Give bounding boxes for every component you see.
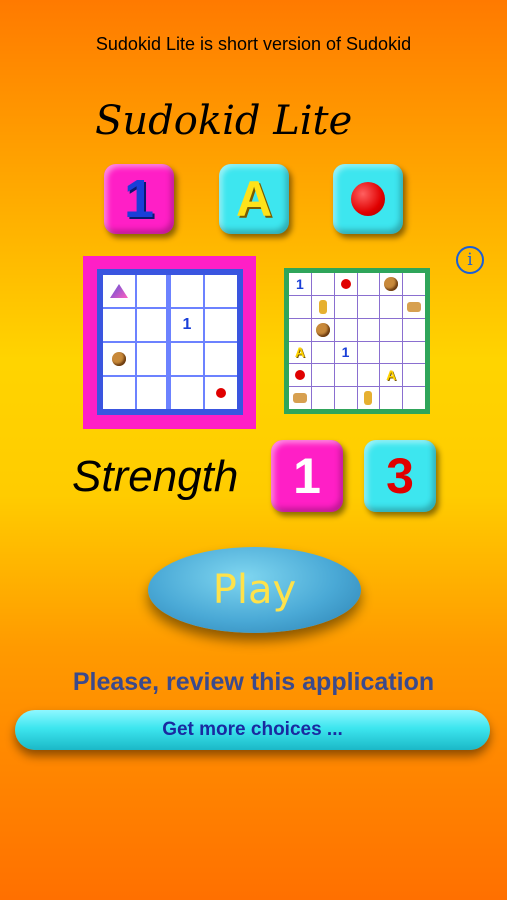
subtitle-text: Sudokid Lite is short version of Sudokid (95, 34, 412, 54)
board-cell[interactable] (289, 295, 311, 318)
board-cell[interactable] (357, 364, 380, 387)
board-4x4[interactable]: 1 (97, 269, 243, 415)
board-cell[interactable] (311, 387, 334, 409)
mode-shapes-button[interactable] (333, 164, 403, 234)
board-cell[interactable] (380, 295, 403, 318)
board-cell[interactable] (357, 341, 380, 364)
red-dot-icon (216, 388, 226, 398)
cell-letter: A (294, 344, 305, 361)
board-cell[interactable] (171, 377, 203, 409)
board-cell[interactable] (403, 295, 425, 318)
teddy-bear-icon (384, 276, 399, 291)
board-cell[interactable] (311, 341, 334, 364)
cell-number: 1 (296, 275, 304, 292)
board-cell[interactable] (171, 343, 203, 375)
info-button[interactable]: i (456, 246, 484, 274)
board-cell[interactable] (403, 387, 425, 409)
get-more-choices-button[interactable]: Get more choices ... (15, 710, 490, 750)
mode-numbers-button[interactable]: 1 (104, 164, 174, 234)
board-cell[interactable] (334, 364, 357, 387)
board-cell[interactable] (103, 275, 135, 307)
mode-letters-label: A (235, 171, 273, 227)
board-cell[interactable] (380, 318, 403, 341)
board-cell[interactable] (380, 387, 403, 409)
board-cell[interactable] (103, 377, 135, 409)
board-cell[interactable] (380, 341, 403, 364)
board-cell[interactable] (137, 377, 166, 409)
board-cell[interactable] (311, 364, 334, 387)
board-cell[interactable] (137, 275, 166, 307)
board-cell[interactable] (357, 295, 380, 318)
red-dot-icon (294, 370, 305, 381)
strength-option-1[interactable]: 1 (271, 440, 343, 512)
board-6x6[interactable]: 1 A 1 A (284, 268, 430, 414)
board-cell[interactable]: 1 (334, 341, 357, 364)
play-button[interactable]: Play (148, 547, 361, 633)
board-cell[interactable] (311, 295, 334, 318)
red-dot-icon (340, 278, 351, 289)
board-cell[interactable] (334, 295, 357, 318)
board-cell[interactable] (403, 341, 425, 364)
board-cell[interactable]: A (289, 341, 311, 364)
board-cell[interactable]: 1 (289, 273, 311, 295)
board-cell[interactable] (137, 343, 166, 375)
board-cell[interactable] (380, 273, 403, 295)
cat-icon (407, 301, 422, 312)
board-cell[interactable] (311, 318, 334, 341)
board-cell[interactable] (403, 364, 425, 387)
review-link[interactable]: Please, review this application (0, 668, 507, 697)
board-cell[interactable] (103, 343, 135, 375)
strength-label: Strength (72, 452, 239, 501)
app-title: Sudokid Lite (95, 98, 353, 144)
mode-letters-button[interactable]: A (219, 164, 289, 234)
board-cell[interactable] (289, 364, 311, 387)
board-cell[interactable] (205, 343, 237, 375)
board-cell[interactable] (205, 309, 237, 341)
board-cell[interactable]: 1 (171, 309, 203, 341)
board-cell[interactable] (334, 387, 357, 409)
strength-option-3[interactable]: 3 (364, 440, 436, 512)
board-cell[interactable] (311, 273, 334, 295)
board-cell[interactable] (357, 273, 380, 295)
board-cell[interactable] (403, 273, 425, 295)
board-cell[interactable] (103, 309, 135, 341)
board-cell[interactable] (205, 377, 237, 409)
board-cell[interactable] (289, 318, 311, 341)
giraffe-icon (318, 299, 327, 314)
board-cell[interactable] (403, 318, 425, 341)
teddy-bear-icon (112, 352, 126, 366)
red-dot-icon (351, 182, 385, 216)
board-cell[interactable] (289, 387, 311, 409)
board-cell[interactable] (205, 275, 237, 307)
cell-number: 1 (341, 344, 350, 361)
board-4x4-grid: 1 (103, 275, 237, 409)
cell-number: 1 (182, 316, 192, 333)
cat-icon (292, 393, 307, 404)
giraffe-icon (364, 391, 373, 406)
board-cell[interactable] (357, 387, 380, 409)
board-cell[interactable] (334, 273, 357, 295)
board-cell[interactable] (137, 309, 166, 341)
mode-numbers-label: 1 (123, 169, 155, 229)
board-cell[interactable] (171, 275, 203, 307)
board-6x6-grid: 1 A 1 A (289, 273, 425, 409)
board-cell[interactable] (334, 318, 357, 341)
teddy-bear-icon (315, 322, 330, 337)
board-cell[interactable]: A (380, 364, 403, 387)
cell-letter: A (386, 367, 397, 384)
wizard-hat-icon (110, 284, 128, 298)
board-cell[interactable] (357, 318, 380, 341)
